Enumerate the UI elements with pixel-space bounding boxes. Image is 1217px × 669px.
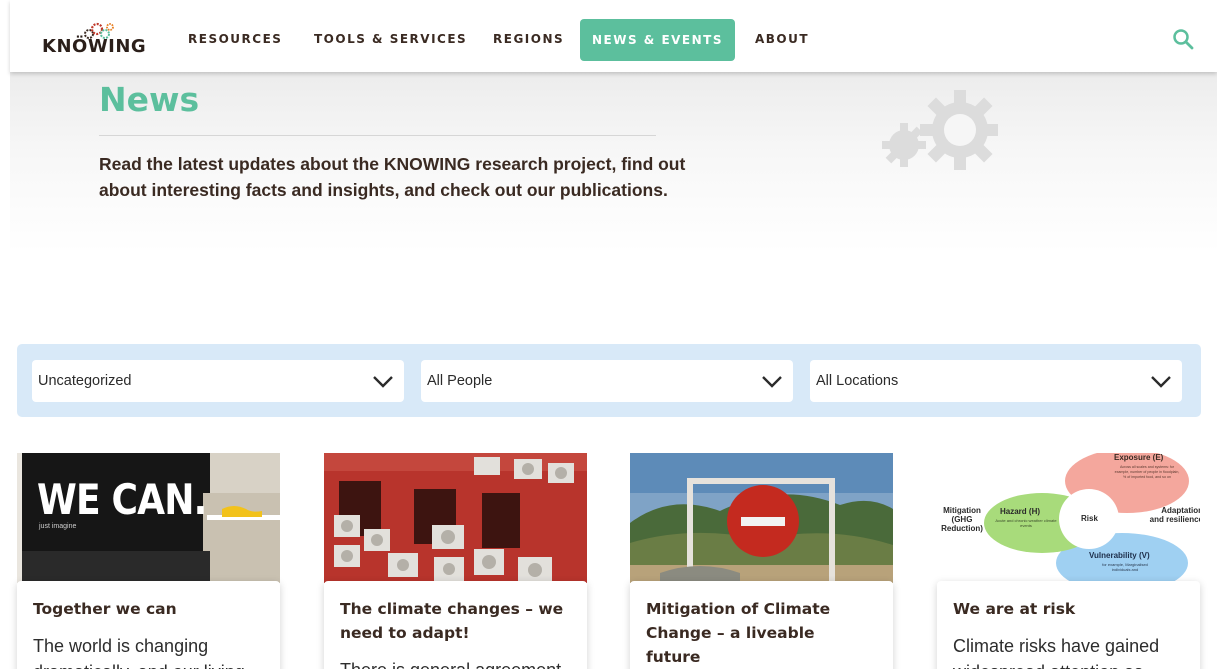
- logo-text: KNÖWING: [42, 36, 147, 57]
- post-excerpt: There is general agreement: [340, 657, 570, 669]
- post-card-we-are-at-risk[interactable]: We are at risk Climate risks have gained…: [937, 581, 1200, 669]
- vulnerability-label: Vulnerability (V): [1089, 551, 1150, 560]
- risk-label: Risk: [1081, 514, 1098, 523]
- mitigation-label: Mitigation (GHG Reduction): [941, 506, 983, 533]
- page-description: Read the latest updates about the KNOWIN…: [99, 154, 686, 200]
- post-excerpt: The world is changing dramatically, and …: [33, 636, 245, 669]
- category-filter-select[interactable]: Uncategorized: [32, 360, 404, 402]
- image-headline: WE CAN.: [37, 475, 207, 524]
- post-title[interactable]: Together we can: [33, 597, 258, 621]
- image-tagline: just imagine: [39, 523, 77, 530]
- post-title[interactable]: Mitigation of Climate Change – a liveabl…: [646, 597, 871, 669]
- nav-about[interactable]: ABOUT: [755, 32, 809, 46]
- post-title[interactable]: The climate changes – we need to adapt!: [340, 597, 565, 645]
- no-entry-sign-photo: [630, 453, 893, 583]
- post-card-mitigation[interactable]: Mitigation of Climate Change – a liveabl…: [630, 581, 893, 669]
- category-filter-value: Uncategorized: [38, 373, 132, 389]
- exposure-note: Across all scales and systems: for examp…: [1114, 465, 1180, 479]
- post-title[interactable]: We are at risk: [953, 597, 1178, 621]
- page-title: News: [99, 80, 200, 119]
- location-filter-value: All Locations: [816, 373, 899, 389]
- post-image-climate-changes[interactable]: [324, 453, 587, 583]
- chevron-down-icon: [1151, 376, 1171, 388]
- post-image-risk[interactable]: Exposure (E) Across all scales and syste…: [937, 453, 1200, 583]
- post-card-together-we-can[interactable]: Together we can The world is changing dr…: [17, 581, 280, 669]
- site-header: KNÖWING RESOURCES TOOLS & SERVICES REGIO…: [10, 0, 1217, 72]
- filter-bar: Uncategorized All People All Locations: [17, 344, 1201, 417]
- post-excerpt: Climate risks have gained widespread att…: [953, 636, 1160, 669]
- nav-news-events[interactable]: NEWS & EVENTS: [580, 19, 735, 61]
- post-image-together[interactable]: WE CAN. just imagine: [17, 453, 280, 583]
- hazard-label: Hazard (H): [1000, 507, 1041, 516]
- post-card-climate-changes[interactable]: The climate changes – we need to adapt! …: [324, 581, 587, 669]
- exposure-label: Exposure (E): [1114, 453, 1164, 462]
- gears-icon: [882, 90, 998, 170]
- post-image-mitigation[interactable]: [630, 453, 893, 583]
- nav-tools-services[interactable]: TOOLS & SERVICES: [314, 32, 467, 46]
- knowing-logo[interactable]: KNÖWING: [42, 22, 146, 58]
- chevron-down-icon: [373, 376, 393, 388]
- chevron-down-icon: [762, 376, 782, 388]
- people-filter-value: All People: [427, 373, 493, 389]
- adaptation-label: Adaptation and resilience: [1149, 506, 1200, 524]
- nav-regions[interactable]: REGIONS: [493, 32, 564, 46]
- location-filter-select[interactable]: All Locations: [810, 360, 1182, 402]
- hazard-note: Acute and chronic weather climate events: [995, 518, 1057, 528]
- building-photo: [324, 453, 587, 583]
- vulnerability-note: for example, Marginalised individuals an…: [1102, 562, 1148, 572]
- search-icon[interactable]: [1172, 28, 1194, 50]
- nav-resources[interactable]: RESOURCES: [188, 32, 282, 46]
- people-filter-select[interactable]: All People: [421, 360, 793, 402]
- title-divider: [99, 135, 656, 136]
